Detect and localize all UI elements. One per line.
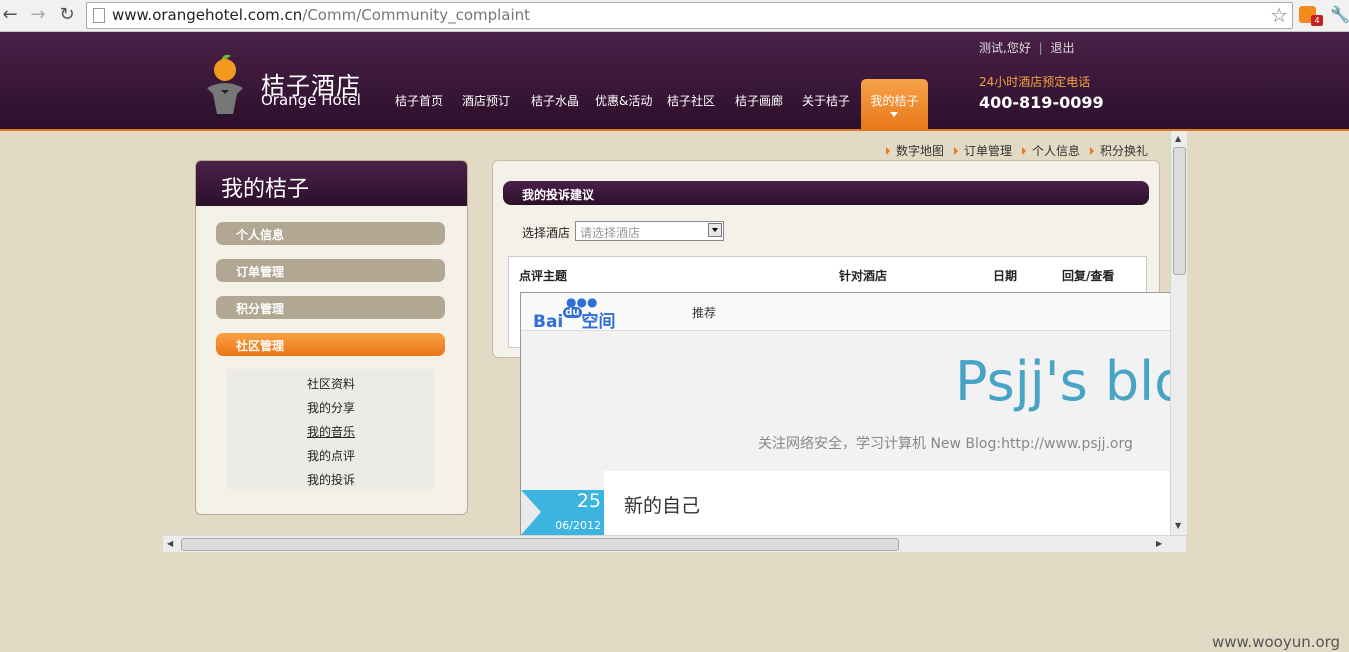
blog-subtitle: 关注网络安全，学习计算机 New Blog:http://www.psjj.or… bbox=[758, 436, 1133, 452]
nav-home[interactable]: 桔子首页 bbox=[395, 92, 443, 109]
submenu-my-reviews[interactable]: 我的点评 bbox=[227, 447, 435, 464]
vertical-scroll-thumb[interactable] bbox=[1173, 147, 1186, 275]
site-header: 桔子酒店 Orange Hotel 桔子首页 酒店预订 桔子水晶 优惠&活动 桔… bbox=[0, 32, 1349, 131]
watermark: www.wooyun.org bbox=[1212, 633, 1341, 651]
sidebar: 我的桔子 个人信息 订单管理 积分管理 社区管理 社区资料 我的分享 我的音乐 … bbox=[195, 160, 468, 515]
nav-crystal[interactable]: 桔子水晶 bbox=[531, 92, 579, 109]
column-header-date: 日期 bbox=[993, 269, 1018, 283]
horizontal-scrollbar[interactable]: ◀ ▶ bbox=[163, 535, 1186, 552]
link-points-gift[interactable]: 积分换礼 bbox=[1090, 142, 1148, 159]
nav-promotions[interactable]: 优惠&活动 bbox=[595, 92, 652, 109]
bookmark-star-icon[interactable]: ☆ bbox=[1270, 3, 1288, 27]
nav-community[interactable]: 桔子社区 bbox=[667, 92, 715, 109]
arrow-right-icon bbox=[886, 147, 890, 155]
post-title[interactable]: 新的自己 bbox=[624, 491, 700, 518]
post-date: 25 06/2012 bbox=[521, 490, 604, 535]
embedded-blog-frame[interactable]: ●●● Baidu空间 推荐 Psjj's blog 关注网络安全，学习计算机 … bbox=[520, 292, 1172, 536]
baidu-topbar: ●●● Bai du 空间 推荐 bbox=[521, 293, 1171, 332]
hotline-label: 24小时酒店预定电话 bbox=[979, 75, 1091, 89]
user-greeting: 测试,您好 bbox=[979, 41, 1031, 55]
reload-icon[interactable]: ↻ bbox=[57, 4, 77, 26]
orange-mascot-icon bbox=[207, 54, 243, 114]
link-orders[interactable]: 订单管理 bbox=[954, 142, 1012, 159]
scroll-down-icon[interactable]: ▼ bbox=[1175, 521, 1181, 530]
blog-post: 新的自己 bbox=[604, 471, 1171, 535]
page-icon bbox=[93, 8, 105, 23]
recommend-link[interactable]: 推荐 bbox=[692, 304, 716, 321]
dropdown-arrow-icon[interactable] bbox=[708, 223, 722, 237]
community-submenu: 社区资料 我的分享 我的音乐 我的点评 我的投诉 bbox=[227, 369, 435, 489]
baidu-space-logo[interactable]: Bai du 空间 bbox=[533, 307, 616, 332]
submenu-my-complaints[interactable]: 我的投诉 bbox=[227, 471, 435, 488]
submenu-my-shares[interactable]: 我的分享 bbox=[227, 399, 435, 416]
logo-english[interactable]: Orange Hotel bbox=[261, 91, 361, 109]
url-text: www.orangehotel.com.cn/Comm/Community_co… bbox=[112, 6, 531, 24]
address-bar[interactable]: www.orangehotel.com.cn/Comm/Community_co… bbox=[86, 2, 1293, 29]
wrench-icon[interactable]: 🔧 bbox=[1330, 5, 1349, 24]
panel-title-bar: 我的投诉建议 bbox=[503, 181, 1149, 205]
scroll-left-icon[interactable]: ◀ bbox=[167, 539, 173, 548]
submenu-my-music[interactable]: 我的音乐 bbox=[227, 423, 435, 440]
arrow-right-icon bbox=[954, 147, 958, 155]
post-day: 25 bbox=[576, 490, 601, 512]
caret-down-icon bbox=[890, 112, 898, 117]
nav-about[interactable]: 关于桔子 bbox=[802, 92, 850, 109]
hotel-select[interactable]: 请选择酒店 bbox=[575, 221, 724, 241]
link-profile[interactable]: 个人信息 bbox=[1022, 142, 1080, 159]
sidebar-item-community[interactable]: 社区管理 bbox=[216, 333, 445, 356]
nav-hotel-booking[interactable]: 酒店预订 bbox=[462, 92, 510, 109]
panel-title: 我的投诉建议 bbox=[522, 188, 595, 202]
column-header-reply: 回复/查看 bbox=[1062, 269, 1115, 283]
arrow-right-icon bbox=[1022, 147, 1026, 155]
blog-title[interactable]: Psjj's blog bbox=[955, 350, 1171, 413]
browser-toolbar: ← → ↻ www.orangehotel.com.cn/Comm/Commun… bbox=[0, 0, 1349, 32]
horizontal-scroll-thumb[interactable] bbox=[181, 538, 899, 551]
arrow-right-icon bbox=[1090, 147, 1094, 155]
sidebar-item-points[interactable]: 积分管理 bbox=[216, 296, 445, 319]
post-month: 06/2012 bbox=[555, 519, 601, 532]
sidebar-title: 我的桔子 bbox=[221, 177, 310, 202]
hotel-select-label: 选择酒店 bbox=[522, 226, 571, 240]
scroll-up-icon[interactable]: ▲ bbox=[1175, 134, 1181, 143]
back-icon[interactable]: ← bbox=[0, 4, 20, 26]
vertical-scrollbar[interactable]: ▲ ▼ bbox=[1170, 131, 1187, 535]
hotline-number: 400-819-0099 bbox=[979, 93, 1104, 112]
scroll-right-icon[interactable]: ▶ bbox=[1156, 539, 1162, 548]
nav-my-orange[interactable]: 我的桔子 bbox=[861, 79, 928, 129]
submenu-community-profile[interactable]: 社区资料 bbox=[227, 375, 435, 392]
forward-icon[interactable]: → bbox=[28, 4, 48, 26]
user-bar: 测试,您好 | 退出 bbox=[979, 41, 1075, 55]
sidebar-item-profile[interactable]: 个人信息 bbox=[216, 222, 445, 245]
rss-count-badge: 4 bbox=[1311, 15, 1323, 26]
column-header-topic: 点评主题 bbox=[519, 269, 568, 283]
nav-gallery[interactable]: 桔子画廊 bbox=[735, 92, 783, 109]
link-map[interactable]: 数字地图 bbox=[886, 142, 944, 159]
column-header-hotel: 针对酒店 bbox=[839, 269, 888, 283]
sidebar-title-bar: 我的桔子 bbox=[196, 161, 467, 206]
logout-link[interactable]: 退出 bbox=[1051, 41, 1075, 55]
sidebar-item-orders[interactable]: 订单管理 bbox=[216, 259, 445, 282]
